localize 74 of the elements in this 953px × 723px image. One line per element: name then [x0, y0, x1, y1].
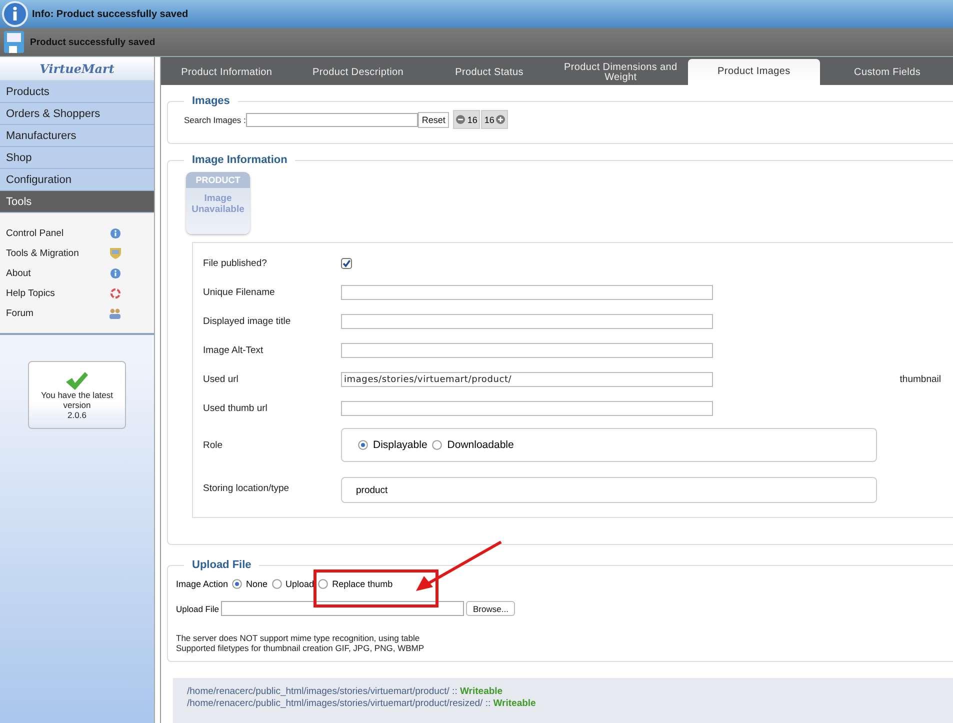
radio-label[interactable]: Upload: [286, 579, 314, 589]
tab[interactable]: Product Status: [424, 60, 555, 85]
radio-button[interactable]: [318, 579, 328, 589]
submenu-link[interactable]: Control Panel: [0, 228, 64, 238]
radio-button[interactable]: [358, 440, 368, 450]
field-label: Used thumb url: [203, 402, 268, 416]
section-legend: Upload File: [184, 559, 260, 571]
thumbnail-label: thumbnail: [900, 374, 941, 385]
text-field[interactable]: [341, 343, 713, 358]
field-label: Used url: [203, 373, 240, 387]
text-field[interactable]: [341, 401, 713, 416]
logo: VirtueMart: [0, 57, 154, 81]
submenu-link[interactable]: Forum: [0, 308, 34, 318]
directory-status: /home/renacerc/public_html/images/stories/virtuemart/product/ :: Writeable: [187, 686, 504, 698]
info-note: Supported filetypes for thumbnail creation GIF, JPG, PNG, WBMP: [176, 643, 426, 653]
radio-button[interactable]: [232, 579, 242, 589]
menu-item[interactable]: Products: [0, 81, 154, 103]
page-size: 16: [484, 114, 494, 124]
info-icon: [2, 1, 28, 27]
upload-file-label: Upload File: [176, 604, 219, 614]
page-size: 16: [467, 114, 478, 124]
plus-icon[interactable]: [496, 115, 506, 124]
people-icon: [109, 308, 121, 318]
text-field[interactable]: [341, 314, 713, 329]
radio-button[interactable]: [432, 440, 442, 450]
info-note: The server does NOT support mime type recognition, using table: [176, 633, 421, 643]
minus-icon[interactable]: [456, 115, 466, 124]
checkmark-icon: [65, 372, 89, 390]
tab[interactable]: Product Dimensions and Weight: [554, 60, 686, 85]
shield-icon: [110, 247, 121, 259]
menu-item[interactable]: Tools: [0, 191, 154, 213]
radio-label[interactable]: Downloadable: [447, 439, 514, 451]
version-message: You have the latest version: [40, 390, 114, 410]
menu-item[interactable]: Manufacturers: [0, 125, 154, 147]
field-label: Role: [203, 438, 224, 452]
storing-location-field: product: [341, 477, 877, 503]
field-label: File published?: [203, 257, 268, 271]
placeholder-text: Image Unavailable: [190, 193, 246, 215]
text-field[interactable]: images/stories/virtuemart/product/: [341, 372, 713, 387]
menu-item[interactable]: Orders & Shoppers: [0, 103, 154, 125]
menu-item[interactable]: Shop: [0, 147, 154, 169]
image-action-label: Image Action: [176, 579, 228, 589]
browse-button[interactable]: Browse...: [466, 601, 516, 616]
info-message: Info: Product successfully saved: [32, 8, 188, 20]
text-field[interactable]: [341, 285, 713, 300]
radio-label[interactable]: Displayable: [373, 439, 428, 451]
reset-button[interactable]: Reset: [418, 112, 450, 128]
radio-label[interactable]: None: [246, 579, 268, 589]
info-icon: [110, 228, 121, 238]
submenu-link[interactable]: Help Topics: [0, 288, 55, 298]
save-message: Product successfully saved: [30, 36, 156, 48]
radio-label[interactable]: Replace thumb: [332, 579, 393, 589]
submenu-link[interactable]: About: [0, 268, 31, 278]
field-label: Unique Filename: [203, 286, 276, 300]
search-field[interactable]: [246, 112, 418, 126]
radio-button[interactable]: [272, 579, 282, 589]
info-icon: [110, 268, 121, 278]
lifebuoy-icon: [110, 288, 121, 298]
directory-status: /home/renacerc/public_html/images/stories/virtuemart/product/resized/ :: Writeable: [187, 698, 537, 710]
section-legend: Images: [184, 95, 238, 107]
tab[interactable]: Custom Fields: [822, 60, 953, 85]
tab[interactable]: Product Images: [688, 59, 820, 85]
field-label: Storing location/type: [203, 482, 290, 496]
field-label: Image Alt-Text: [203, 344, 264, 358]
menu-item[interactable]: Configuration: [0, 169, 154, 191]
section-legend: Image Information: [184, 154, 296, 166]
submenu-link[interactable]: Tools & Migration: [0, 248, 79, 258]
tab[interactable]: Product Description: [292, 60, 424, 85]
field-label: Displayed image title: [203, 315, 292, 329]
search-label: Search Images :: [184, 114, 246, 124]
version-number: 2.0.6: [68, 410, 86, 420]
placeholder-header: PRODUCT: [186, 172, 250, 188]
tab[interactable]: Product Information: [161, 60, 292, 85]
checkbox[interactable]: [341, 258, 352, 269]
